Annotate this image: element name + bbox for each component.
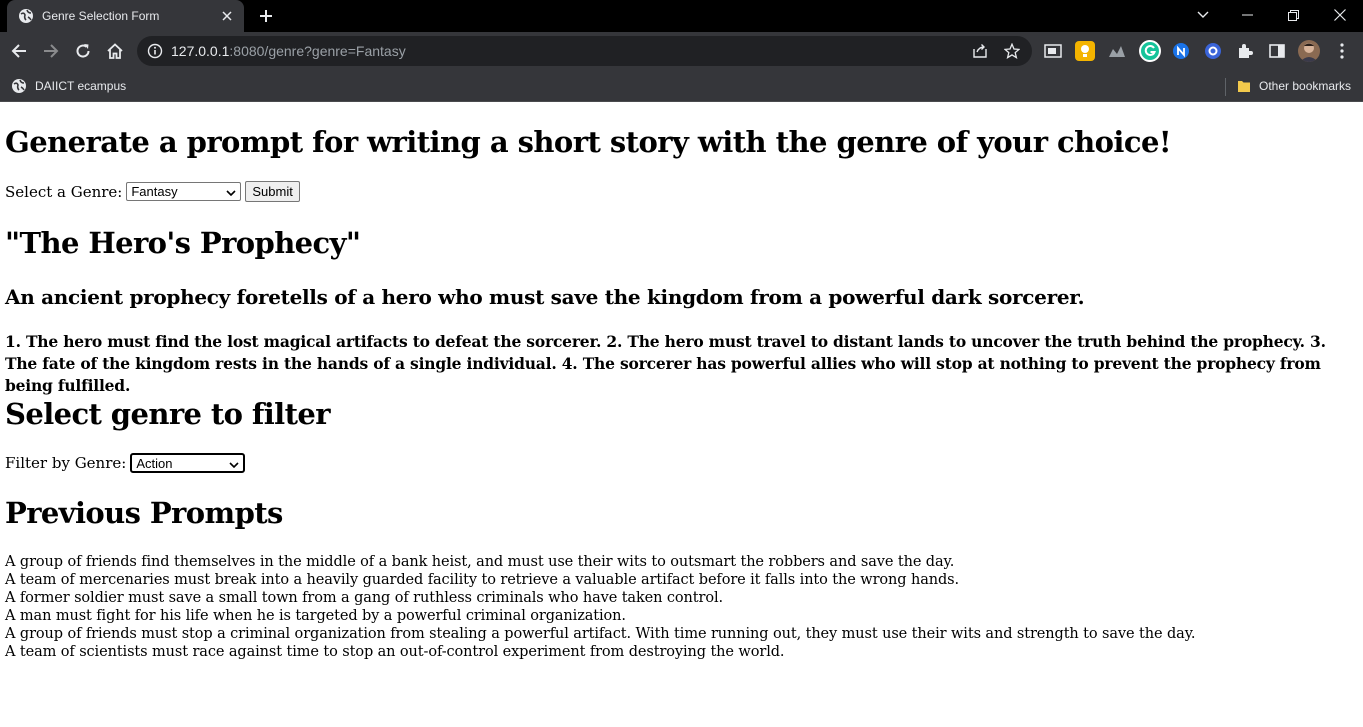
reload-icon[interactable]	[71, 39, 95, 63]
tab-media-icon[interactable]	[1043, 41, 1063, 61]
profile-avatar[interactable]	[1298, 40, 1320, 62]
tab-title: Genre Selection Form	[42, 9, 160, 23]
previous-prompts-heading: Previous Prompts	[5, 496, 283, 530]
browser-tab-active[interactable]: Genre Selection Form	[7, 0, 244, 32]
genre-label: Select a Genre:	[5, 182, 123, 201]
notion-web-clipper-icon[interactable]	[1171, 41, 1191, 61]
web-page: Generate a prompt for writing a short st…	[0, 102, 1363, 727]
forward-icon[interactable]	[39, 39, 63, 63]
side-panel-icon[interactable]	[1267, 41, 1287, 61]
filter-label: Filter by Genre:	[5, 454, 127, 472]
new-tab-icon[interactable]	[256, 6, 276, 26]
keep-extension-icon[interactable]	[1075, 41, 1095, 61]
url-text: 127.0.0.1:8080/genre?genre=Fantasy	[171, 43, 406, 59]
restore-icon[interactable]	[1270, 0, 1316, 30]
genre-select-value: Fantasy	[131, 184, 178, 199]
address-bar[interactable]: 127.0.0.1:8080/genre?genre=Fantasy	[137, 36, 1032, 66]
minimize-icon[interactable]	[1224, 0, 1270, 30]
list-item: A group of friends find themselves in th…	[5, 554, 955, 570]
submit-button[interactable]: Submit	[245, 181, 300, 202]
share-icon[interactable]	[972, 43, 988, 59]
filter-genre-select[interactable]: Action	[130, 453, 246, 473]
bookmark-label: Other bookmarks	[1259, 79, 1352, 93]
list-item: A man must fight for his life when he is…	[5, 608, 626, 624]
url-path: :8080/genre?genre=Fantasy	[229, 43, 406, 59]
extensions-puzzle-icon[interactable]	[1235, 41, 1255, 61]
genre-select[interactable]: Fantasy	[126, 182, 242, 201]
folder-icon	[1237, 79, 1251, 93]
list-item: A team of mercenaries must break into a …	[5, 572, 960, 588]
tab-search-chevron-icon[interactable]	[1180, 0, 1226, 30]
story-premise: An ancient prophecy foretells of a hero …	[5, 285, 1085, 309]
record-extension-icon[interactable]	[1203, 41, 1223, 61]
chevron-down-icon	[226, 184, 236, 199]
filter-select-value: Action	[136, 455, 173, 471]
globe-icon	[18, 8, 34, 24]
more-menu-icon[interactable]	[1332, 41, 1352, 61]
chevron-down-icon	[229, 456, 239, 471]
bookmark-label: DAIICT ecampus	[35, 79, 127, 93]
genre-form: Select a Genre: Fantasy Submit	[5, 181, 300, 202]
close-window-icon[interactable]	[1317, 0, 1363, 30]
metrics-extension-icon[interactable]	[1107, 41, 1127, 61]
url-host: 127.0.0.1	[171, 43, 230, 59]
previous-prompts-list: A group of friends find themselves in th…	[5, 553, 1195, 661]
bookmark-daiict-ecampus[interactable]: DAIICT ecampus	[11, 76, 126, 96]
back-icon[interactable]	[7, 39, 31, 63]
browser-toolbar: 127.0.0.1:8080/genre?genre=Fantasy	[0, 32, 1363, 70]
grammarly-extension-icon[interactable]	[1139, 40, 1161, 62]
bookmarks-bar: DAIICT ecampus Other bookmarks	[0, 70, 1363, 102]
list-item: A former soldier must save a small town …	[5, 590, 724, 606]
story-title: "The Hero's Prophecy"	[5, 226, 361, 260]
bookmark-star-icon[interactable]	[1003, 42, 1021, 59]
close-tab-icon[interactable]	[219, 8, 235, 24]
browser-titlebar: Genre Selection Form	[0, 0, 1363, 32]
page-title: Generate a prompt for writing a short st…	[5, 125, 1172, 159]
filter-heading: Select genre to filter	[5, 397, 331, 431]
list-item: A group of friends must stop a criminal …	[5, 626, 1196, 642]
story-details: 1. The hero must find the lost magical a…	[5, 332, 1326, 395]
site-info-icon[interactable]	[147, 43, 163, 59]
list-item: A team of scientists must race against t…	[5, 644, 785, 660]
globe-icon	[11, 78, 27, 94]
home-icon[interactable]	[103, 39, 127, 63]
bookmarks-divider	[1225, 78, 1226, 96]
filter-form: Filter by Genre: Action	[5, 453, 246, 473]
bookmark-other-bookmarks[interactable]: Other bookmarks	[1237, 76, 1351, 96]
